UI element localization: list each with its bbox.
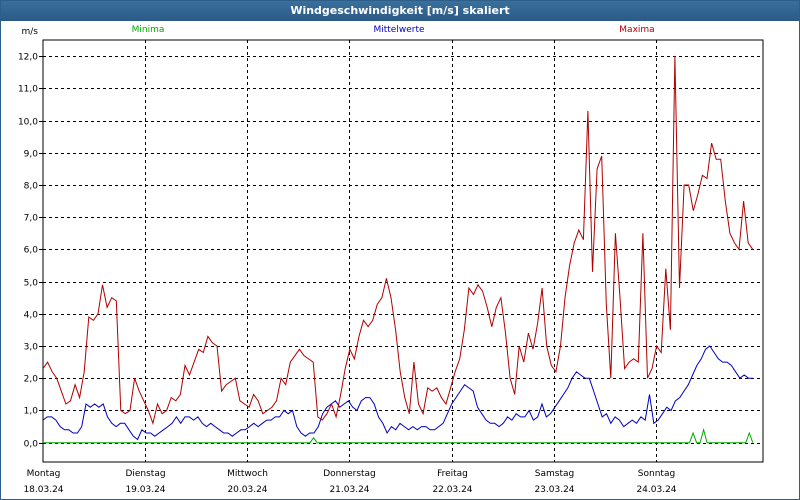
x-day-label: Sonntag [638, 469, 675, 479]
wind-speed-chart: 0,0 1,0 2,0 3,0 4,0 5,0 6,0 7,0 8,0 9,0 10,0 11,0 12… [18, 25, 764, 495]
legend-entry-mittelwerte: Mittelwerte [373, 25, 424, 35]
y-tick-label: 0,0 [24, 440, 39, 450]
window-title: Windgeschwindigkeit [m/s] skaliert [1, 1, 799, 21]
x-day-label: Freitag [437, 469, 468, 479]
y-tick-label: 7,0 [24, 214, 39, 224]
y-tick-label: 1,0 [24, 407, 39, 417]
x-date-label: 21.03.24 [329, 485, 369, 495]
x-date-label: 20.03.24 [227, 485, 267, 495]
x-day-label: Mittwoch [227, 469, 268, 479]
x-date-label: 23.03.24 [534, 485, 574, 495]
y-tick-label: 10,0 [18, 118, 38, 128]
y-axis-label: m/s [22, 27, 39, 37]
y-tick-label: 3,0 [24, 343, 39, 353]
y-tick-label: 5,0 [24, 279, 39, 289]
y-tick-label: 11,0 [18, 85, 38, 95]
x-day-label: Montag [27, 469, 61, 479]
y-tick-label: 6,0 [24, 246, 39, 256]
y-tick-label: 2,0 [24, 375, 39, 385]
legend-entry-minima: Minima [132, 25, 165, 35]
x-day-label: Donnerstag [323, 469, 376, 479]
x-day-label: Samstag [535, 469, 574, 479]
y-tick-label: 8,0 [24, 182, 39, 192]
x-date-label: 24.03.24 [636, 485, 676, 495]
plot-area [42, 39, 764, 463]
y-tick-label: 9,0 [24, 150, 39, 160]
y-tick-label: 4,0 [24, 311, 39, 321]
x-date-label: 19.03.24 [125, 485, 165, 495]
x-date-label: 22.03.24 [432, 485, 472, 495]
legend-entry-maxima: Maxima [619, 25, 654, 35]
x-date-label: 18.03.24 [23, 485, 63, 495]
y-tick-label: 12,0 [18, 53, 38, 63]
chart-window: Windgeschwindigkeit [m/s] skaliert 0,0 1,… [0, 0, 800, 500]
x-day-label: Dienstag [125, 469, 165, 479]
